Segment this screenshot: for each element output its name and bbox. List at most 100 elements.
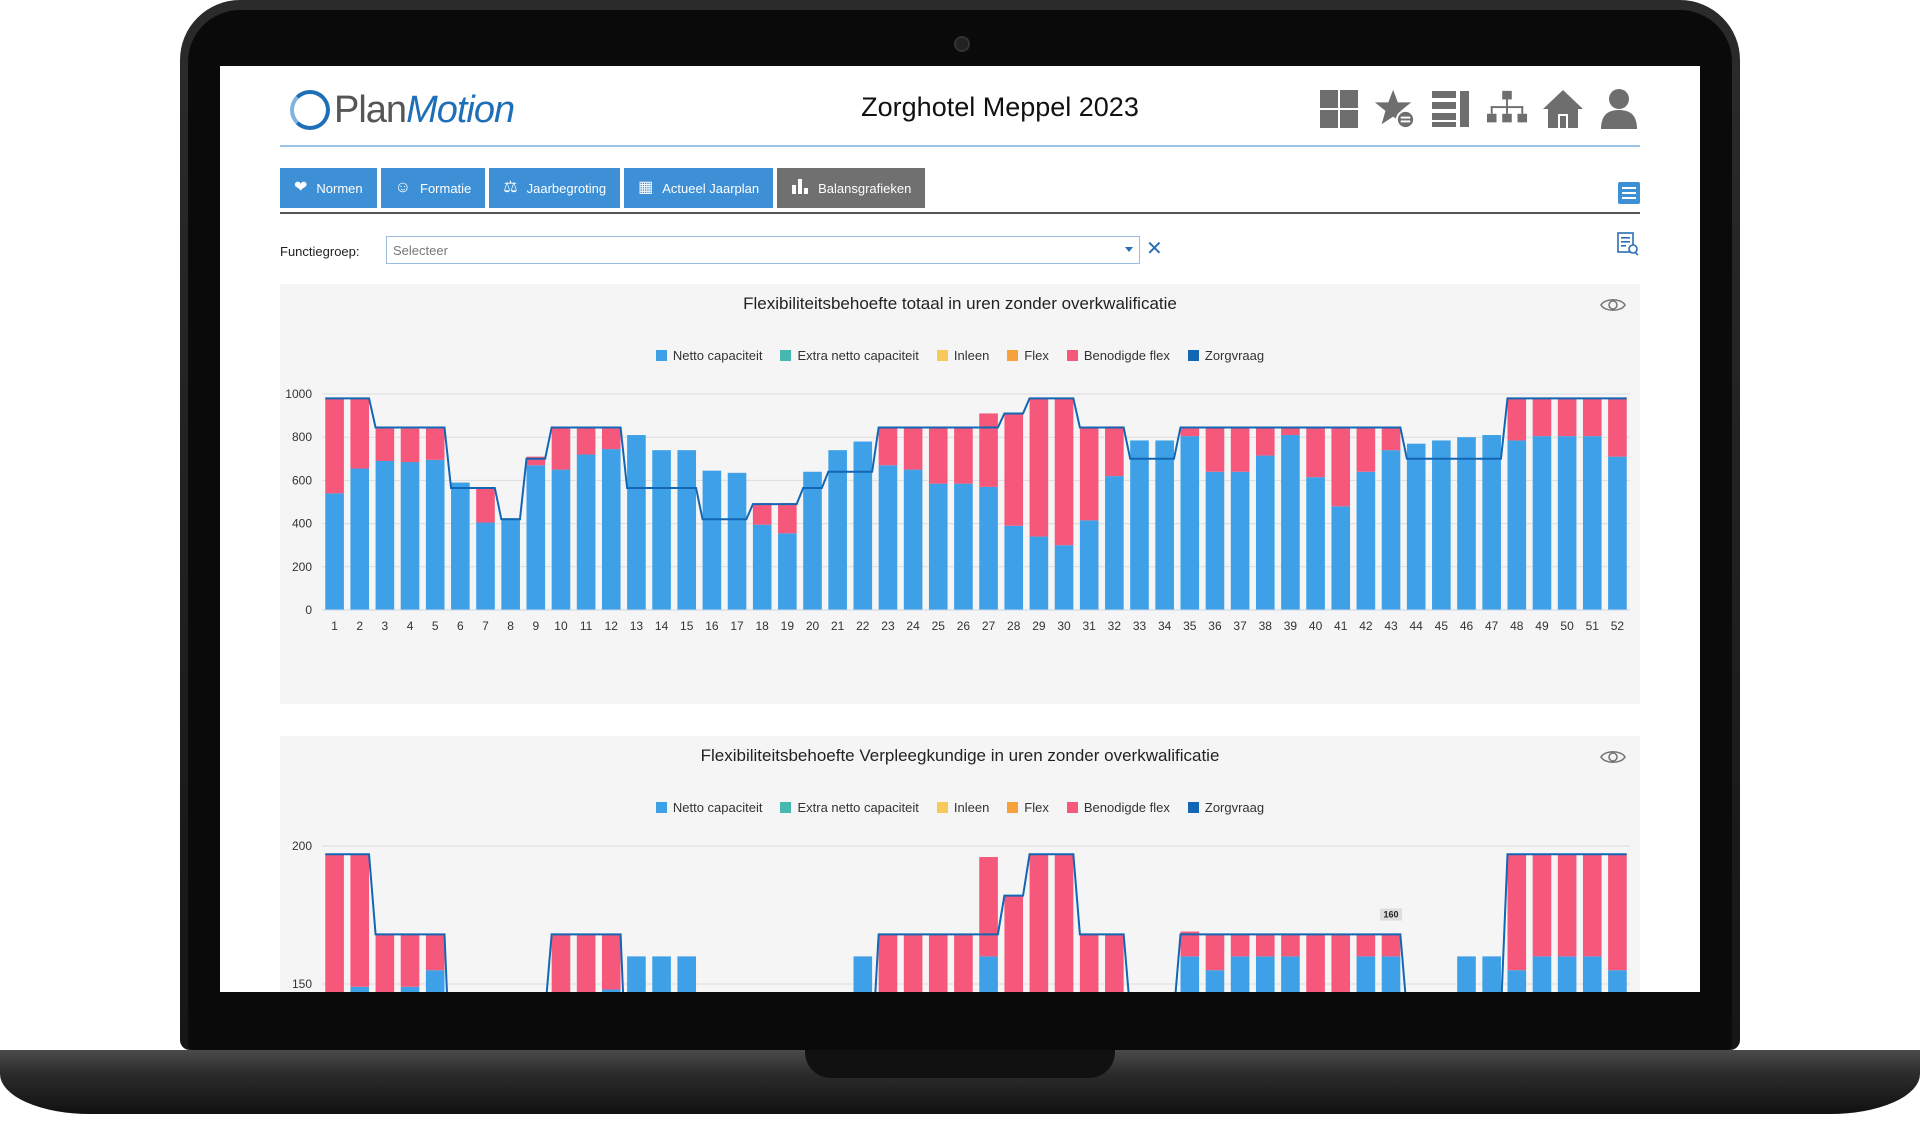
bar-netto-capaciteit[interactable] [1608, 970, 1627, 992]
bar-benodigde-flex[interactable] [1356, 934, 1376, 957]
bar-benodigde-flex[interactable] [752, 503, 772, 525]
bar-netto-capaciteit[interactable] [1130, 440, 1149, 610]
bar-netto-capaciteit[interactable] [476, 522, 495, 610]
bar-benodigde-flex[interactable] [1230, 427, 1250, 472]
bar-netto-capaciteit[interactable] [1079, 520, 1099, 610]
bar-benodigde-flex[interactable] [1557, 398, 1577, 437]
bar-netto-capaciteit[interactable] [425, 970, 445, 992]
bar-benodigde-flex[interactable] [1255, 934, 1275, 957]
bar-netto-capaciteit[interactable] [1432, 440, 1451, 610]
bar-benodigde-flex[interactable] [1004, 895, 1024, 992]
bar-benodigde-flex[interactable] [1029, 398, 1049, 537]
bar-netto-capaciteit[interactable] [627, 435, 646, 610]
bar-netto-capaciteit[interactable] [501, 518, 520, 610]
bar-netto-capaciteit[interactable] [1180, 956, 1200, 992]
bar-benodigde-flex[interactable] [476, 487, 495, 523]
bar-netto-capaciteit[interactable] [425, 459, 445, 610]
bar-netto-capaciteit[interactable] [400, 986, 420, 992]
bar-netto-capaciteit[interactable] [677, 956, 697, 992]
bar-netto-capaciteit[interactable] [979, 956, 998, 992]
bar-benodigde-flex[interactable] [1205, 934, 1225, 971]
bar-benodigde-flex[interactable] [1381, 934, 1401, 957]
bar-netto-capaciteit[interactable] [350, 986, 370, 992]
bar-netto-capaciteit[interactable] [1281, 956, 1300, 992]
favorites-icon[interactable] [1374, 86, 1416, 132]
line-zorgvraag[interactable] [325, 853, 1627, 992]
bar-benodigde-flex[interactable] [551, 934, 571, 992]
bar-benodigde-flex[interactable] [1306, 934, 1325, 992]
bar-netto-capaciteit[interactable] [1180, 436, 1200, 610]
bar-netto-capaciteit[interactable] [1155, 440, 1174, 610]
bar-benodigde-flex[interactable] [979, 413, 998, 487]
bar-netto-capaciteit[interactable] [1281, 435, 1300, 610]
line-zorgvraag[interactable] [325, 397, 1627, 521]
bar-benodigde-flex[interactable] [1532, 398, 1552, 437]
bar-netto-capaciteit[interactable] [1381, 450, 1401, 610]
bar-netto-capaciteit[interactable] [903, 469, 923, 610]
bar-benodigde-flex[interactable] [878, 934, 898, 992]
legend-zorgvraag[interactable]: Zorgvraag [1187, 800, 1264, 815]
bar-benodigde-flex[interactable] [601, 934, 621, 990]
bar-benodigde-flex[interactable] [954, 427, 973, 484]
bar-netto-capaciteit[interactable] [1255, 956, 1275, 992]
bar-netto-capaciteit[interactable] [1306, 477, 1325, 610]
bar-benodigde-flex[interactable] [1608, 854, 1627, 971]
bar-netto-capaciteit[interactable] [853, 956, 873, 992]
bar-netto-capaciteit[interactable] [1482, 435, 1501, 610]
bar-benodigde-flex[interactable] [375, 428, 395, 461]
bar-netto-capaciteit[interactable] [526, 465, 546, 610]
bar-benodigde-flex[interactable] [400, 934, 420, 987]
bar-benodigde-flex[interactable] [576, 427, 596, 455]
bar-netto-capaciteit[interactable] [1457, 437, 1476, 610]
bar-netto-capaciteit[interactable] [1381, 956, 1401, 992]
tab-jaarbegroting[interactable]: ⚖ Jaarbegroting [489, 168, 621, 208]
home-icon[interactable] [1542, 86, 1584, 132]
bar-benodigde-flex[interactable] [1356, 427, 1376, 472]
legend-benodigde-flex[interactable]: Benodigde flex [1066, 800, 1170, 815]
bar-netto-capaciteit[interactable] [853, 441, 873, 610]
bar-netto-capaciteit[interactable] [1582, 436, 1602, 610]
bar-netto-capaciteit[interactable] [878, 465, 898, 610]
bar-benodigde-flex[interactable] [1054, 398, 1074, 546]
dashboard-icon[interactable] [1318, 86, 1360, 132]
bar-benodigde-flex[interactable] [1230, 934, 1250, 957]
bar-netto-capaciteit[interactable] [778, 533, 797, 610]
bar-benodigde-flex[interactable] [1532, 854, 1552, 957]
bar-netto-capaciteit[interactable] [1457, 956, 1476, 992]
bar-benodigde-flex[interactable] [928, 934, 948, 992]
eye-icon[interactable] [1600, 748, 1628, 768]
bar-netto-capaciteit[interactable] [702, 470, 722, 610]
bar-netto-capaciteit[interactable] [652, 450, 671, 610]
bar-netto-capaciteit[interactable] [1532, 436, 1552, 610]
user-icon[interactable] [1598, 86, 1640, 132]
bar-benodigde-flex[interactable] [1608, 398, 1627, 457]
bar-benodigde-flex[interactable] [325, 854, 344, 992]
bar-netto-capaciteit[interactable] [1029, 536, 1049, 610]
bar-benodigde-flex[interactable] [425, 428, 445, 460]
bar-netto-capaciteit[interactable] [1507, 440, 1527, 610]
legend-inleen[interactable]: Inleen [936, 348, 989, 363]
legend-extra[interactable]: Extra netto capaciteit [780, 800, 919, 815]
legend-extra[interactable]: Extra netto capaciteit [780, 348, 919, 363]
bar-netto-capaciteit[interactable] [677, 450, 697, 610]
bar-netto-capaciteit[interactable] [1582, 956, 1602, 992]
bar-netto-capaciteit[interactable] [1507, 970, 1527, 992]
bar-benodigde-flex[interactable] [1079, 427, 1099, 521]
bar-netto-capaciteit[interactable] [1608, 456, 1627, 610]
bar-benodigde-flex[interactable] [1582, 398, 1602, 437]
bar-benodigde-flex[interactable] [350, 398, 370, 469]
bar-netto-capaciteit[interactable] [828, 450, 847, 610]
bar-benodigde-flex[interactable] [778, 503, 797, 534]
bar-netto-capaciteit[interactable] [576, 454, 596, 610]
legend-benodigde-flex[interactable]: Benodigde flex [1066, 348, 1170, 363]
bar-benodigde-flex[interactable] [954, 934, 973, 992]
tab-formatie[interactable]: ☺ Formatie [380, 168, 486, 208]
report-icon[interactable] [1616, 232, 1640, 256]
bar-benodigde-flex[interactable] [425, 934, 445, 971]
tab-balansgrafieken[interactable]: Balansgrafieken [777, 168, 926, 208]
bar-netto-capaciteit[interactable] [1557, 436, 1577, 610]
legend-netto[interactable]: Netto capaciteit [655, 800, 762, 815]
bar-netto-capaciteit[interactable] [1230, 471, 1250, 610]
bar-netto-capaciteit[interactable] [652, 956, 671, 992]
bar-benodigde-flex[interactable] [1105, 934, 1124, 992]
